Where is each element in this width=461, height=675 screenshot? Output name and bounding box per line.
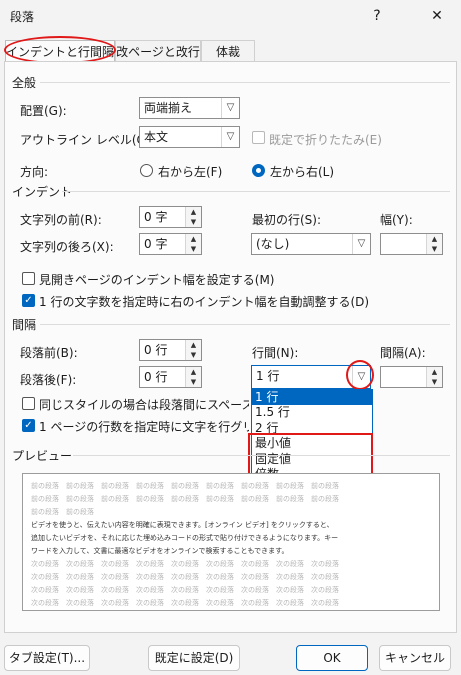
indent-before-spinner[interactable]: 0 字 ▲ ▼	[139, 206, 202, 228]
dialog-title: 段落	[10, 10, 35, 24]
spin-down-icon[interactable]: ▼	[186, 217, 201, 227]
spin-down-icon[interactable]: ▼	[427, 244, 442, 254]
annotation-tab-circle	[4, 36, 116, 64]
line-spacing-label: 行間(N):	[252, 346, 299, 360]
indent-before-label: 文字列の前(R):	[20, 213, 102, 227]
general-separator	[40, 82, 450, 83]
spacing-heading: 間隔	[12, 318, 37, 332]
preview-body-line: 追加したいビデオを、それに応じた埋め込みコードの形式で貼り付けできるようになりま…	[31, 534, 339, 542]
space-after-value: 0 行	[144, 370, 168, 384]
space-before-value: 0 行	[144, 343, 168, 357]
first-line-label: 最初の行(S):	[252, 213, 322, 227]
rtl-radio[interactable]	[140, 164, 153, 177]
line-spacing-value: 1 行	[256, 369, 280, 383]
annotation-arrow-circle	[346, 360, 374, 390]
preview-body-line: ビデオを使うと、伝えたい内容を明確に表現できます。[オンライン ビデオ] をクリ…	[31, 521, 334, 529]
space-after-spinner[interactable]: 0 行 ▲ ▼	[139, 366, 202, 388]
spin-down-icon[interactable]: ▼	[186, 377, 201, 387]
space-before-spinner[interactable]: 0 行 ▲ ▼	[139, 339, 202, 361]
at-label: 間隔(A):	[380, 346, 426, 360]
at-spinner[interactable]: ▲ ▼	[380, 366, 443, 388]
indent-after-spinner[interactable]: 0 字 ▲ ▼	[139, 233, 202, 255]
preview-next-line: 次の段落 次の段落 次の段落 次の段落 次の段落 次の段落 次の段落 次の段落 …	[31, 599, 339, 607]
snap-to-grid-label: 1 ページの行数を指定時に文字を行グリッド線	[39, 420, 249, 434]
preview-body-line: ワードを入力して、文書に最適なビデオをオンラインで検索することもできます。	[31, 547, 289, 555]
cancel-button[interactable]: キャンセル	[379, 645, 451, 671]
indent-width-label: 幅(Y):	[380, 213, 413, 227]
alignment-label: 配置(G):	[20, 104, 67, 118]
mirror-indent-label: 見開きページのインデント幅を設定する(M)	[39, 273, 275, 287]
collapsed-label: 既定で折りたたみ(E)	[269, 133, 382, 147]
spin-up-icon[interactable]: ▲	[186, 367, 201, 377]
alignment-value: 両端揃え	[144, 101, 193, 115]
general-heading: 全般	[12, 76, 37, 90]
auto-adjust-label: 1 行の文字数を指定時に右のインデント幅を自動調整する(D)	[39, 295, 370, 309]
preview-prev-line: 前の段落 前の段落 前の段落 前の段落 前の段落 前の段落 前の段落 前の段落 …	[31, 482, 339, 490]
tab-line-page-breaks[interactable]: 改ページと改行	[115, 40, 201, 62]
no-space-same-style-label: 同じスタイルの場合は段落間にスペースを追加	[39, 398, 249, 412]
spin-up-icon[interactable]: ▲	[186, 340, 201, 350]
ok-button[interactable]: OK	[296, 645, 368, 671]
ltr-radio[interactable]	[252, 164, 265, 177]
preview-prev-line: 前の段落 前の段落 前の段落 前の段落 前の段落 前の段落 前の段落 前の段落 …	[31, 495, 339, 503]
chevron-down-icon: ▽	[221, 98, 239, 118]
indent-after-label: 文字列の後ろ(X):	[20, 240, 114, 254]
line-spacing-option[interactable]: 1.5 行	[252, 405, 372, 420]
line-spacing-option[interactable]: 1 行	[252, 390, 372, 406]
preview-next-line: 次の段落 次の段落 次の段落 次の段落 次の段落 次の段落 次の段落 次の段落 …	[31, 586, 339, 594]
preview-heading: プレビュー	[12, 449, 73, 463]
spin-down-icon[interactable]: ▼	[186, 244, 201, 254]
outline-level-select[interactable]: 本文 ▽	[139, 126, 240, 148]
spin-down-icon[interactable]: ▼	[427, 377, 442, 387]
help-button[interactable]: ?	[362, 4, 392, 28]
indent-separator	[62, 191, 450, 192]
preview-box: 前の段落 前の段落 前の段落 前の段落 前の段落 前の段落 前の段落 前の段落 …	[22, 473, 440, 611]
auto-adjust-checkbox[interactable]: ✓	[22, 294, 35, 307]
indent-width-spinner[interactable]: ▲ ▼	[380, 233, 443, 255]
spin-down-icon[interactable]: ▼	[186, 350, 201, 360]
spin-up-icon[interactable]: ▲	[186, 234, 201, 244]
snap-to-grid-checkbox[interactable]: ✓	[22, 419, 35, 432]
chevron-down-icon: ▽	[352, 234, 370, 254]
ltr-label: 左から右(L)	[270, 165, 335, 179]
indent-before-value: 0 字	[144, 210, 168, 224]
rtl-label: 右から左(F)	[158, 165, 223, 179]
collapsed-checkbox[interactable]	[252, 131, 265, 144]
preview-separator	[73, 455, 450, 456]
tab-asian-typography[interactable]: 体裁	[201, 40, 255, 62]
space-after-label: 段落後(F):	[20, 373, 77, 387]
preview-next-line: 次の段落 次の段落 次の段落 次の段落 次の段落 次の段落 次の段落 次の段落 …	[31, 573, 339, 581]
close-button[interactable]: ✕	[422, 4, 452, 28]
preview-prev-line: 前の段落 前の段落	[31, 508, 94, 516]
spin-up-icon[interactable]: ▲	[427, 367, 442, 377]
spacing-separator	[40, 324, 450, 325]
first-line-select[interactable]: (なし) ▽	[251, 233, 371, 255]
outline-level-value: 本文	[144, 130, 169, 144]
indent-after-value: 0 字	[144, 237, 168, 251]
mirror-indent-checkbox[interactable]	[22, 272, 35, 285]
alignment-select[interactable]: 両端揃え ▽	[139, 97, 240, 119]
outline-level-label: アウトライン レベル(O):	[20, 133, 155, 147]
chevron-down-icon: ▽	[221, 127, 239, 147]
preview-next-line: 次の段落 次の段落 次の段落 次の段落 次の段落 次の段落 次の段落 次の段落 …	[31, 560, 339, 568]
tabs-button[interactable]: タブ設定(T)...	[4, 645, 90, 671]
no-space-same-style-checkbox[interactable]	[22, 397, 35, 410]
set-default-button[interactable]: 既定に設定(D)	[148, 645, 240, 671]
spin-up-icon[interactable]: ▲	[186, 207, 201, 217]
first-line-value: (なし)	[256, 237, 290, 251]
direction-label: 方向:	[20, 165, 49, 179]
space-before-label: 段落前(B):	[20, 346, 78, 360]
spin-up-icon[interactable]: ▲	[427, 234, 442, 244]
